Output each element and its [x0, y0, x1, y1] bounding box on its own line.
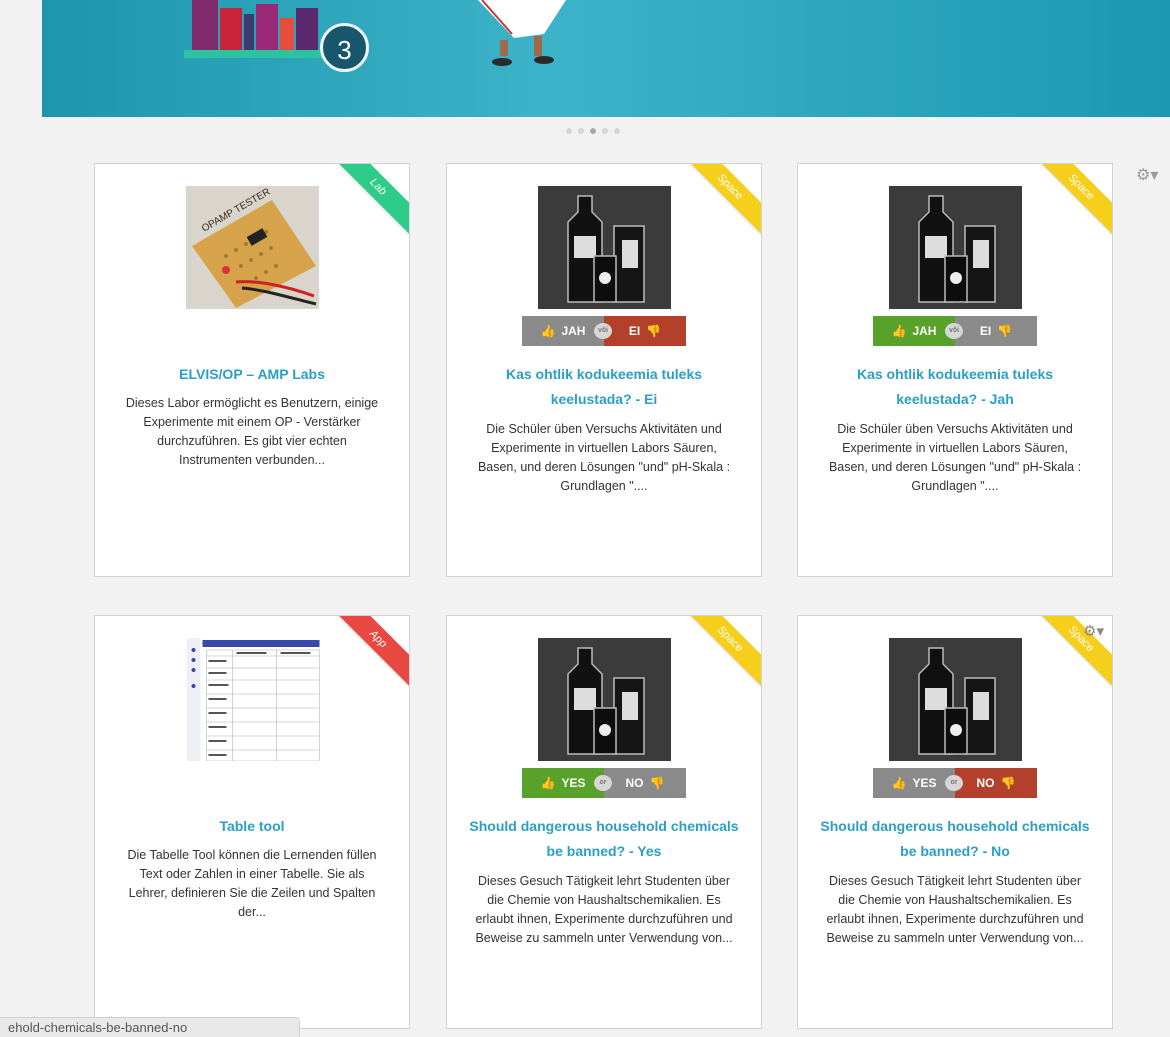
- card-household-chemicals-yes[interactable]: Space 👍 YES NO 👎 or Should dangerous hou…: [446, 615, 762, 1029]
- vote-or-label: or: [945, 775, 963, 791]
- card-title[interactable]: Table tool: [115, 814, 389, 839]
- card-table-tool[interactable]: App Table tool Die Tabelle Tool können d…: [94, 615, 410, 1029]
- card-kas-ohtlik-jah[interactable]: Space 👍 JAH EI 👎 või Kas ohtlik kodukeem…: [797, 163, 1113, 577]
- chemical-bottles-thumbnail: [889, 186, 1022, 309]
- ribbon-app: App: [324, 616, 409, 693]
- carousel-dots: [566, 128, 620, 136]
- card-settings-gear-icon[interactable]: ⚙▾: [1083, 622, 1104, 640]
- chemical-bottles-thumbnail: [538, 186, 671, 309]
- vote-yes-button[interactable]: 👍 JAH: [522, 316, 604, 346]
- thumbs-up-icon: 👍: [540, 324, 556, 338]
- circuit-board-thumbnail: OPAMP TESTER: [186, 186, 319, 309]
- card-description: Die Schüler üben Versuchs Aktivitäten un…: [828, 422, 1082, 493]
- card-kas-ohtlik-ei[interactable]: Space 👍 JAH EI 👎 või Kas ohtlik kodukeem…: [446, 163, 762, 577]
- thumbs-up-icon: 👍: [540, 776, 556, 790]
- thumbs-up-icon: 👍: [891, 776, 907, 790]
- thumbs-down-icon: 👎: [646, 324, 662, 338]
- vote-no-button[interactable]: EI 👎: [604, 316, 686, 346]
- vote-bar: 👍 YES NO 👎 or: [522, 768, 686, 798]
- card-title[interactable]: ELVIS/OP – AMP Labs: [115, 362, 389, 387]
- vote-bar: 👍 YES NO 👎 or: [873, 768, 1037, 798]
- chemical-bottles-thumbnail: [889, 638, 1022, 761]
- hero-banner[interactable]: 3: [42, 0, 1170, 117]
- thumbs-down-icon: 👎: [649, 776, 665, 790]
- link-status-bar: ehold-chemicals-be-banned-no: [0, 1017, 300, 1037]
- vote-no-button[interactable]: EI 👎: [955, 316, 1037, 346]
- vote-no-button[interactable]: NO 👎: [955, 768, 1037, 798]
- carousel-dot[interactable]: [602, 128, 608, 134]
- scientist-illustration: [478, 0, 566, 66]
- vote-or-label: või: [945, 323, 963, 339]
- ribbon-lab: Lab: [324, 164, 409, 241]
- vote-bar: 👍 JAH EI 👎 või: [522, 316, 686, 346]
- card-description: Dieses Gesuch Tätigkeit lehrt Studenten …: [475, 874, 733, 945]
- thumbs-down-icon: 👎: [997, 324, 1013, 338]
- card-title[interactable]: Should dangerous household chemicals be …: [467, 814, 741, 864]
- card-description: Die Tabelle Tool können die Lernenden fü…: [127, 848, 377, 919]
- thumbs-down-icon: 👎: [1000, 776, 1016, 790]
- vote-yes-button[interactable]: 👍 YES: [873, 768, 955, 798]
- carousel-dot-active[interactable]: [590, 128, 596, 134]
- card-household-chemicals-no[interactable]: Space ⚙▾ 👍 YES NO 👎 or Should dangerous …: [797, 615, 1113, 1029]
- card-description: Dieses Gesuch Tätigkeit lehrt Studenten …: [826, 874, 1084, 945]
- table-tool-thumbnail: [186, 638, 320, 761]
- books-illustration: [184, 0, 334, 58]
- vote-or-label: või: [594, 323, 612, 339]
- card-description: Die Schüler üben Versuchs Aktivitäten un…: [477, 422, 731, 493]
- vote-yes-button[interactable]: 👍 JAH: [873, 316, 955, 346]
- carousel-dot[interactable]: [566, 128, 572, 134]
- card-description: Dieses Labor ermöglicht es Benutzern, ei…: [125, 396, 379, 467]
- carousel-dot[interactable]: [578, 128, 584, 134]
- settings-gear-icon[interactable]: ⚙▾: [1136, 165, 1166, 184]
- hero-slide-number: 3: [320, 23, 369, 72]
- vote-no-button[interactable]: NO 👎: [604, 768, 686, 798]
- card-title[interactable]: Kas ohtlik kodukeemia tuleks keelustada?…: [818, 362, 1092, 412]
- card-elvis-op-amp-labs[interactable]: Lab OPAMP TESTER ELVIS/OP – AMP Labs Die…: [94, 163, 410, 577]
- vote-bar: 👍 JAH EI 👎 või: [873, 316, 1037, 346]
- ribbon-space: Space: [676, 616, 761, 693]
- ribbon-space: Space: [1027, 164, 1112, 241]
- ribbon-space: Space: [676, 164, 761, 241]
- carousel-dot[interactable]: [614, 128, 620, 134]
- chemical-bottles-thumbnail: [538, 638, 671, 761]
- vote-or-label: or: [594, 775, 612, 791]
- thumbs-up-icon: 👍: [891, 324, 907, 338]
- vote-yes-button[interactable]: 👍 YES: [522, 768, 604, 798]
- card-title[interactable]: Kas ohtlik kodukeemia tuleks keelustada?…: [467, 362, 741, 412]
- card-title[interactable]: Should dangerous household chemicals be …: [818, 814, 1092, 864]
